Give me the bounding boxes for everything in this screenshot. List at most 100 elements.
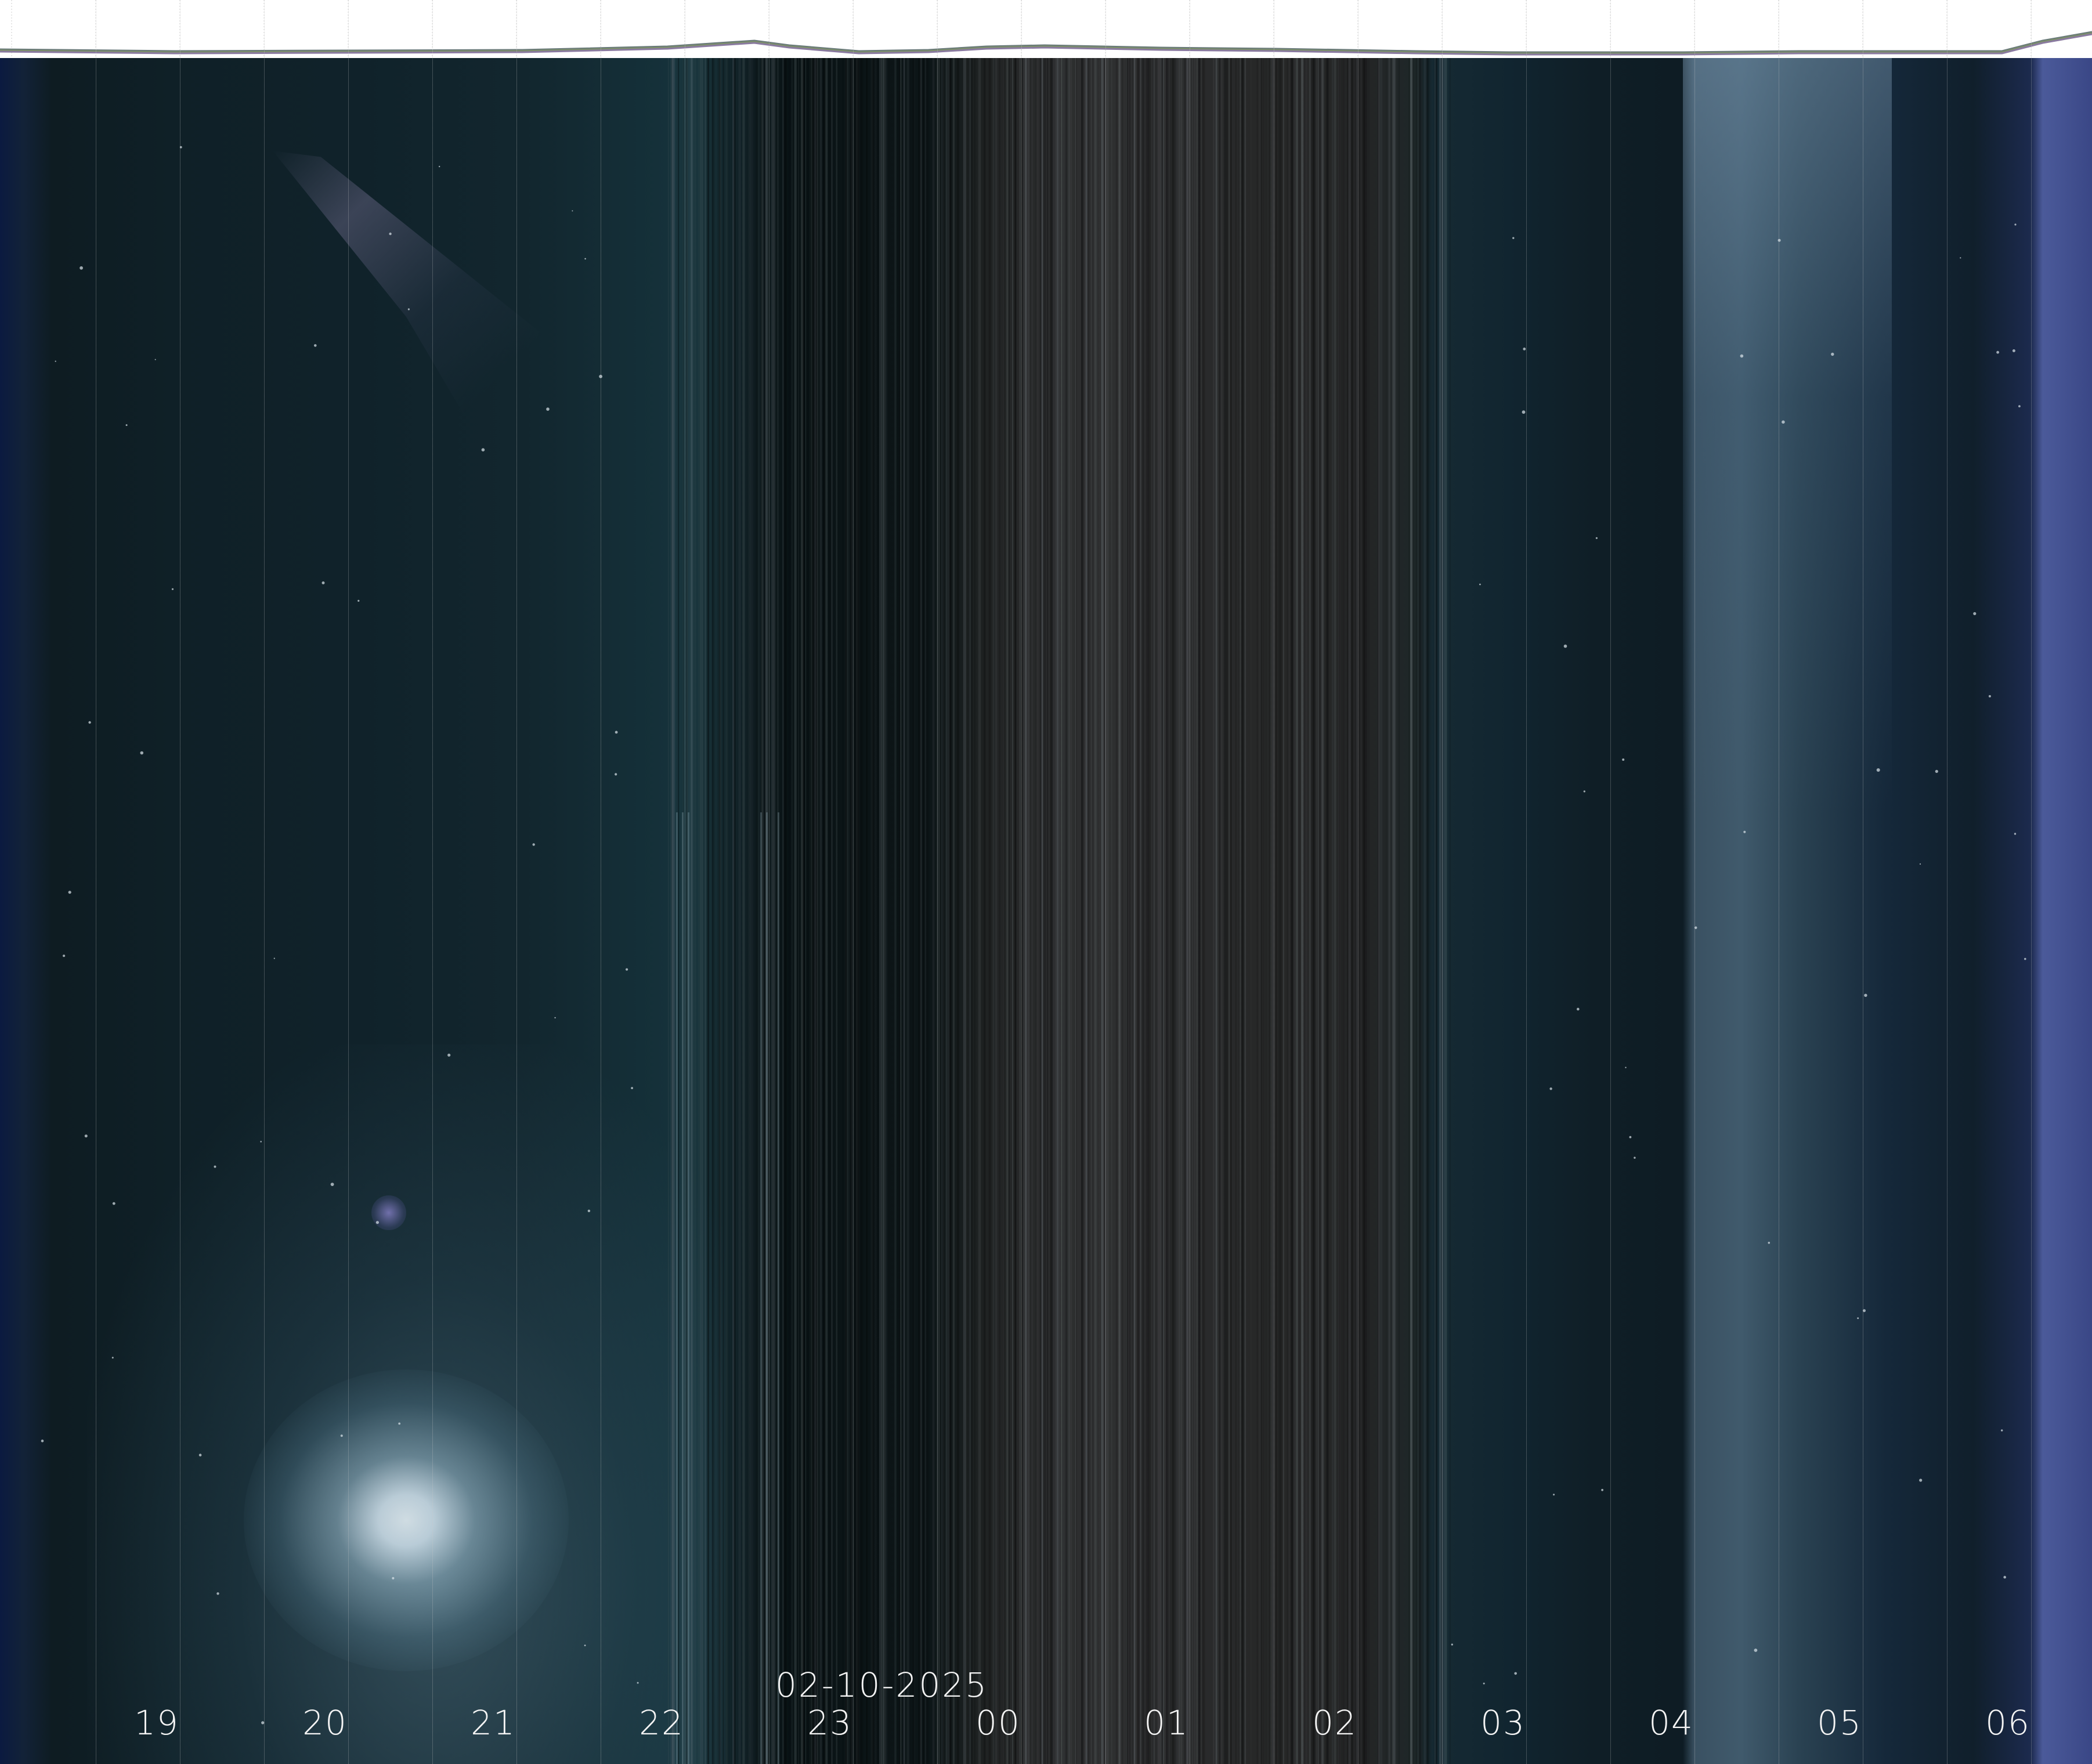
streak: [731, 58, 732, 1764]
streak: [978, 58, 980, 1764]
star: [321, 581, 325, 584]
star: [1782, 420, 1785, 424]
streak: [1300, 58, 1304, 1764]
star: [1622, 758, 1625, 761]
streak: [742, 58, 745, 1764]
star: [314, 344, 317, 347]
streak: [778, 812, 779, 1764]
star: [2012, 349, 2015, 352]
streak: [1220, 58, 1223, 1764]
star: [68, 891, 71, 894]
streak: [1035, 58, 1037, 1764]
star: [1512, 237, 1515, 239]
streak: [855, 58, 857, 1764]
star: [55, 360, 56, 362]
streak: [952, 58, 955, 1764]
star: [1996, 350, 2000, 354]
streak: [1398, 58, 1400, 1764]
hour-label-01: 01: [1144, 1703, 1189, 1743]
star: [631, 1087, 633, 1089]
star: [398, 1422, 401, 1425]
streak: [964, 58, 967, 1764]
streak: [899, 58, 902, 1764]
star: [587, 1209, 591, 1212]
streak: [763, 58, 766, 1764]
gridline: [2031, 0, 2032, 1764]
star: [112, 1202, 115, 1205]
streak: [873, 58, 876, 1764]
streak: [1260, 58, 1263, 1764]
streak: [1126, 58, 1128, 1764]
streak: [1282, 58, 1284, 1764]
streak: [758, 58, 760, 1764]
streak: [1157, 58, 1161, 1764]
streak: [1364, 58, 1365, 1764]
streak: [774, 58, 776, 1764]
streak: [1162, 58, 1164, 1764]
streak: [1180, 58, 1182, 1764]
streak: [780, 58, 782, 1764]
streak: [1019, 58, 1021, 1764]
streak: [971, 58, 973, 1764]
gridline: [1105, 0, 1106, 1764]
streak: [1368, 58, 1370, 1764]
star: [546, 407, 550, 411]
streak: [1126, 58, 1129, 1764]
streak: [1202, 58, 1204, 1764]
streak: [842, 58, 844, 1764]
hour-label-22: 22: [639, 1703, 684, 1743]
streak: [1408, 58, 1410, 1764]
streak: [1239, 58, 1242, 1764]
date-label: 02-10-2025: [775, 1665, 989, 1705]
streak: [1230, 58, 1232, 1764]
star: [2018, 405, 2021, 407]
streak: [876, 58, 879, 1764]
streak: [881, 58, 884, 1764]
streak: [811, 58, 812, 1764]
star: [1960, 257, 1961, 259]
star: [407, 308, 410, 310]
streak: [1216, 58, 1218, 1764]
streak: [700, 58, 703, 1764]
streak: [1009, 58, 1013, 1764]
hour-label-00: 00: [975, 1703, 1021, 1743]
streak: [924, 58, 926, 1764]
streak: [1147, 58, 1150, 1764]
streak: [750, 58, 753, 1764]
star: [572, 210, 573, 212]
streak: [1027, 58, 1031, 1764]
streak: [1004, 58, 1005, 1764]
streak: [805, 58, 807, 1764]
streak: [1115, 58, 1118, 1764]
streak: [894, 58, 897, 1764]
streak: [732, 58, 735, 1764]
streak: [771, 58, 772, 1764]
streak: [1185, 58, 1188, 1764]
streak: [1107, 58, 1109, 1764]
hour-label-05: 05: [1817, 1703, 1862, 1743]
streak: [995, 58, 997, 1764]
star: [1857, 1317, 1859, 1320]
streak: [682, 812, 684, 1764]
streak: [1341, 58, 1343, 1764]
streak: [829, 58, 831, 1764]
star: [637, 1682, 639, 1684]
streak: [1434, 58, 1437, 1764]
streak: [927, 58, 928, 1764]
gridline: [432, 0, 433, 1764]
streak: [1153, 58, 1155, 1764]
streak: [1031, 58, 1033, 1764]
gridline: [1947, 0, 1948, 1764]
star: [1754, 1649, 1758, 1652]
hour-label-23: 23: [807, 1703, 852, 1743]
streak: [848, 58, 851, 1764]
streak: [999, 58, 1000, 1764]
streak: [776, 58, 778, 1764]
streak: [1348, 58, 1351, 1764]
streak: [673, 58, 675, 1764]
gridline: [853, 0, 854, 1764]
star: [1634, 1156, 1636, 1159]
star: [171, 588, 174, 590]
streak: [794, 58, 797, 1764]
streak: [1166, 58, 1168, 1764]
